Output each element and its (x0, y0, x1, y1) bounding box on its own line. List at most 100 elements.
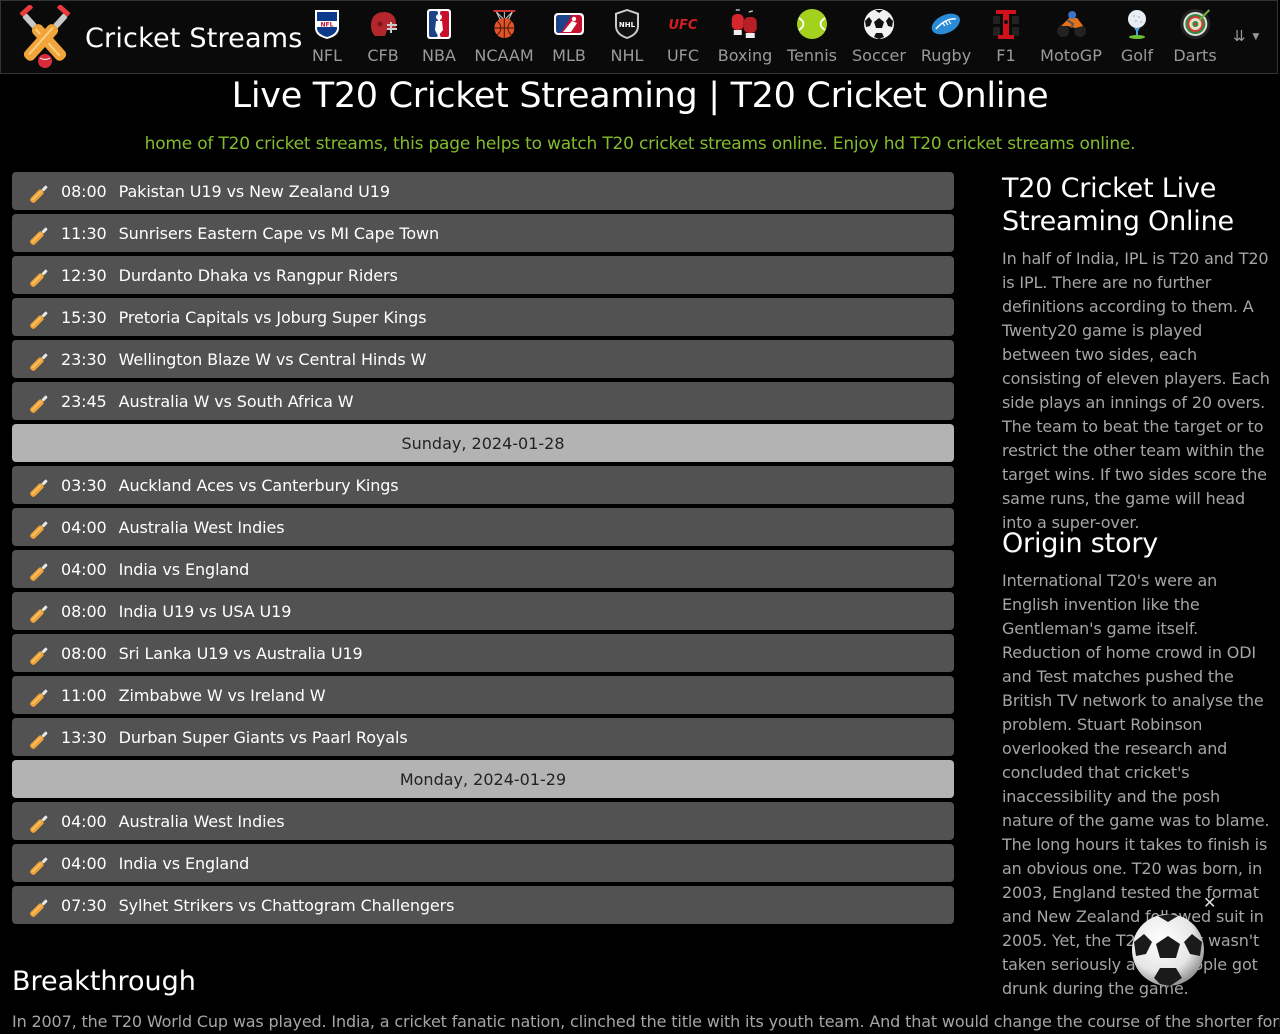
match-row[interactable]: 12:30 Durdanto Dhaka vs Rangpur Riders (12, 256, 954, 294)
match-teams: India vs England (118, 853, 250, 873)
breakthrough-heading: Breakthrough (12, 966, 196, 997)
match-row[interactable]: 04:00 India vs England (12, 550, 954, 588)
nhl-icon: NHL (610, 7, 644, 41)
top-navbar: Cricket Streams NFL NFL CFB NBA NCAAM MLB NHL N… (0, 0, 1278, 74)
nav-item-tennis[interactable]: Tennis (787, 7, 837, 69)
match-teams: Pretoria Capitals vs Joburg Super Kings (118, 307, 427, 327)
nav-item-nfl[interactable]: NFL NFL (310, 7, 344, 69)
nav-item-mlb[interactable]: MLB (552, 7, 586, 69)
match-teams: Australia West Indies (118, 517, 285, 537)
nav-item-nhl[interactable]: NHL NHL (610, 7, 644, 69)
cricket-bat-icon (28, 177, 61, 205)
cricket-bat-icon (28, 471, 61, 499)
nav-item-label: NFL (311, 46, 343, 65)
f1-car-icon (989, 7, 1023, 41)
nfl-icon: NFL (310, 7, 344, 41)
cricket-bat-icon (28, 303, 61, 331)
tennis-ball-icon (795, 7, 829, 41)
dartboard-icon (1178, 7, 1212, 41)
cricket-bat-icon (28, 219, 61, 247)
mlb-icon (552, 7, 586, 41)
sidebar-heading-origin-story: Origin story (1002, 528, 1159, 559)
sidebar-text-live-streaming: In half of India, IPL is T20 and T20 is … (1002, 249, 1270, 532)
nav-item-label: MLB (552, 46, 586, 65)
nav-item-motogp[interactable]: MotoGP (1040, 7, 1102, 69)
nav-item-boxing[interactable]: Boxing (718, 7, 772, 69)
cricket-bat-icon (28, 261, 61, 289)
cricket-bat-icon (28, 513, 61, 541)
ufc-icon: UFC (666, 7, 700, 41)
basketball-icon (487, 7, 521, 41)
match-teams: Australia W vs South Africa W (118, 391, 354, 411)
cricket-bat-icon (28, 555, 61, 583)
floating-soccer-ball-icon[interactable] (1130, 912, 1206, 988)
match-row[interactable]: 04:00 India vs England (12, 844, 954, 882)
cricket-bat-icon (28, 681, 61, 709)
nav-item-cfb[interactable]: CFB (366, 7, 400, 69)
match-row[interactable]: 07:30 Sylhet Strikers vs Chattogram Chall… (12, 886, 954, 924)
match-row[interactable]: 08:00 Sri Lanka U19 vs Australia U19 (12, 634, 954, 672)
nav-item-label: Soccer (852, 46, 906, 65)
sidebar-heading-live-streaming: T20 Cricket Live Streaming Online (1002, 173, 1234, 237)
nav-item-rugby[interactable]: Rugby (921, 7, 971, 69)
match-row[interactable]: 23:30 Wellington Blaze W vs Central Hinds… (12, 340, 954, 378)
match-row[interactable]: 04:00 Australia West Indies (12, 802, 954, 840)
match-teams: India vs England (118, 559, 250, 579)
match-time: 03:30 (61, 475, 107, 495)
match-row[interactable]: 04:00 Australia West Indies (12, 508, 954, 546)
soccer-ball-icon (862, 7, 896, 41)
nav-item-label: F1 (996, 46, 1016, 65)
nav-item-ncaam[interactable]: NCAAM (474, 7, 534, 69)
nav-item-darts[interactable]: Darts (1173, 7, 1217, 69)
match-time: 23:30 (61, 349, 107, 369)
nav-item-label: NCAAM (474, 46, 534, 65)
more-sports-dropdown[interactable]: ⇊ ▼ (1233, 27, 1259, 45)
cricket-bat-icon (28, 891, 61, 919)
nav-item-nba[interactable]: NBA (422, 7, 456, 69)
date-divider: Monday, 2024-01-29 (12, 760, 954, 798)
page-title: Live T20 Cricket Streaming | T20 Cricket… (231, 76, 1049, 116)
nav-item-soccer[interactable]: Soccer (852, 7, 906, 69)
match-row[interactable]: 08:00 Pakistan U19 vs New Zealand U19 (12, 172, 954, 210)
boxing-gloves-icon (728, 7, 762, 41)
cricket-bat-icon (28, 639, 61, 667)
cricket-bat-icon (28, 597, 61, 625)
crossed-bats-logo-icon (19, 5, 71, 68)
match-teams: Sunrisers Eastern Cape vs MI Cape Town (118, 223, 440, 243)
golf-ball-icon (1120, 7, 1154, 41)
match-teams: Australia West Indies (118, 811, 285, 831)
match-time: 12:30 (61, 265, 107, 285)
match-row[interactable]: 23:45 Australia W vs South Africa W (12, 382, 954, 420)
nav-item-golf[interactable]: Golf (1120, 7, 1154, 69)
match-row[interactable]: 08:00 India U19 vs USA U19 (12, 592, 954, 630)
match-row[interactable]: 15:30 Pretoria Capitals vs Joburg Super K… (12, 298, 954, 336)
match-row[interactable]: 11:30 Sunrisers Eastern Cape vs MI Cape T… (12, 214, 954, 252)
floating-close-icon[interactable]: ✕ (1203, 893, 1216, 912)
cricket-bat-icon (28, 807, 61, 835)
brand-link[interactable]: Cricket Streams (13, 5, 303, 71)
match-teams: India U19 vs USA U19 (118, 601, 292, 621)
nav-item-label: UFC (666, 46, 700, 65)
cricket-bat-icon (28, 387, 61, 415)
match-schedule-list: 08:00 Pakistan U19 vs New Zealand U19 11:3… (12, 172, 954, 928)
nav-item-label: CFB (367, 46, 399, 65)
match-row[interactable]: 11:00 Zimbabwe W vs Ireland W (12, 676, 954, 714)
svg-text:UFC: UFC (669, 18, 698, 33)
nav-item-ufc[interactable]: UFC UFC (666, 7, 700, 69)
match-time: 23:45 (61, 391, 107, 411)
caret-down-icon: ▼ (1252, 31, 1260, 42)
match-row[interactable]: 13:30 Durban Super Giants vs Paarl Royals (12, 718, 954, 756)
date-divider: Sunday, 2024-01-28 (12, 424, 954, 462)
match-teams: Durban Super Giants vs Paarl Royals (118, 727, 408, 747)
match-time: 08:00 (61, 643, 107, 663)
cricket-bat-icon (28, 723, 61, 751)
match-time: 15:30 (61, 307, 107, 327)
match-time: 08:00 (61, 601, 107, 621)
match-time: 13:30 (61, 727, 107, 747)
match-teams: Sri Lanka U19 vs Australia U19 (118, 643, 363, 663)
nav-item-label: MotoGP (1040, 46, 1102, 65)
match-row[interactable]: 03:30 Auckland Aces vs Canterbury Kings (12, 466, 954, 504)
football-helmet-icon (366, 7, 400, 41)
nav-item-label: NBA (422, 46, 456, 65)
nav-item-f1[interactable]: F1 (989, 7, 1023, 69)
